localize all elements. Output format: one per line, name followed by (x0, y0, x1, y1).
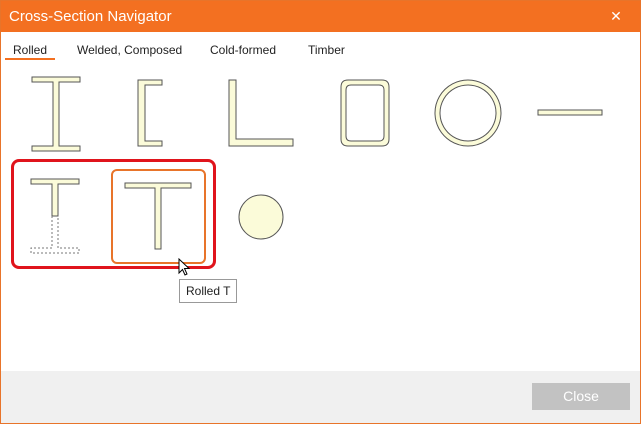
tab-rolled[interactable]: Rolled (13, 43, 47, 57)
rectangular-tube-icon[interactable] (340, 79, 390, 147)
section-tooltip: Rolled T (179, 279, 238, 303)
angle-icon[interactable] (228, 79, 294, 147)
round-tube-icon[interactable] (434, 79, 502, 147)
window-close-icon[interactable]: ✕ (607, 7, 625, 25)
highlight-annotation (11, 159, 216, 269)
i-beam-icon[interactable] (31, 76, 81, 152)
active-tab-indicator (5, 58, 55, 60)
cross-section-navigator-window: Cross-Section Navigator ✕ Rolled Welded,… (0, 0, 641, 424)
round-bar-icon[interactable] (238, 194, 284, 240)
flat-bar-icon[interactable] (537, 109, 603, 117)
tab-cold-formed[interactable]: Cold-formed (210, 43, 276, 57)
mouse-cursor-icon (178, 258, 191, 276)
tab-timber[interactable]: Timber (308, 43, 345, 57)
close-button[interactable]: Close (532, 383, 630, 410)
footer-bar: Close (1, 371, 640, 423)
tab-bar: Rolled Welded, Composed Cold-formed Timb… (1, 41, 640, 61)
tab-welded-composed[interactable]: Welded, Composed (77, 43, 182, 57)
window-title: Cross-Section Navigator (9, 8, 172, 25)
title-bar: Cross-Section Navigator ✕ (1, 1, 640, 32)
channel-icon[interactable] (137, 79, 163, 147)
